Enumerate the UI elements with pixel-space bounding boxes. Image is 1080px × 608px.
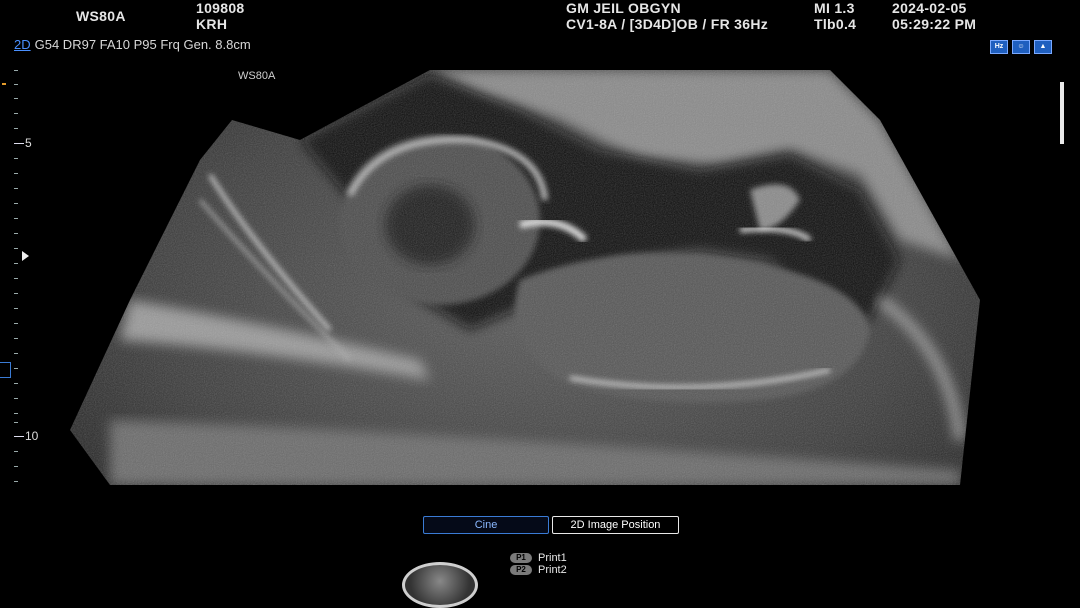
probe-preset: CV1-8A / [3D4D]OB / FR 36Hz bbox=[566, 16, 769, 32]
control-dial[interactable] bbox=[402, 562, 478, 608]
bracket-marker bbox=[0, 362, 11, 378]
status-icons: Hz ☺ ▲ bbox=[990, 40, 1052, 54]
exam-date: 2024-02-05 bbox=[892, 0, 967, 16]
p2-badge: P2 bbox=[510, 565, 532, 575]
depth-label-10: 10 bbox=[25, 429, 39, 443]
fetus-icon: ☺ bbox=[1012, 40, 1030, 54]
focus-marker-icon bbox=[22, 251, 29, 261]
grayscale-bar bbox=[1060, 82, 1064, 144]
mountain-icon: ▲ bbox=[1034, 40, 1052, 54]
depth-label-5: 5 bbox=[25, 136, 32, 150]
print1-item[interactable]: P1 Print1 bbox=[510, 552, 567, 564]
mode-2d[interactable]: 2D bbox=[14, 37, 31, 52]
p1-badge: P1 bbox=[510, 553, 532, 563]
image-label: WS80A bbox=[238, 70, 276, 82]
system-name: WS80A bbox=[76, 8, 126, 24]
print2-label: Print2 bbox=[538, 564, 567, 576]
institution-name: GM JEIL OBGYN bbox=[566, 0, 681, 16]
ultrasound-image bbox=[70, 70, 980, 485]
print2-item[interactable]: P2 Print2 bbox=[510, 564, 567, 576]
depth-ruler bbox=[14, 70, 26, 490]
mechanical-index: MI 1.3 bbox=[814, 0, 855, 16]
orientation-marker bbox=[2, 83, 6, 85]
patient-id: 109808 bbox=[196, 0, 245, 16]
print1-label: Print1 bbox=[538, 552, 567, 564]
cine-button[interactable]: Cine bbox=[423, 516, 549, 534]
exam-time: 05:29:22 PM bbox=[892, 16, 977, 32]
hz-icon: Hz bbox=[990, 40, 1008, 54]
parameter-values: G54 DR97 FA10 P95 Frq Gen. 8.8cm bbox=[34, 37, 251, 52]
image-position-button[interactable]: 2D Image Position bbox=[552, 516, 679, 534]
operator-initials: KRH bbox=[196, 16, 228, 32]
imaging-parameters: 2D G54 DR97 FA10 P95 Frq Gen. 8.8cm bbox=[14, 37, 251, 52]
thermal-index: Tlb0.4 bbox=[814, 16, 857, 32]
